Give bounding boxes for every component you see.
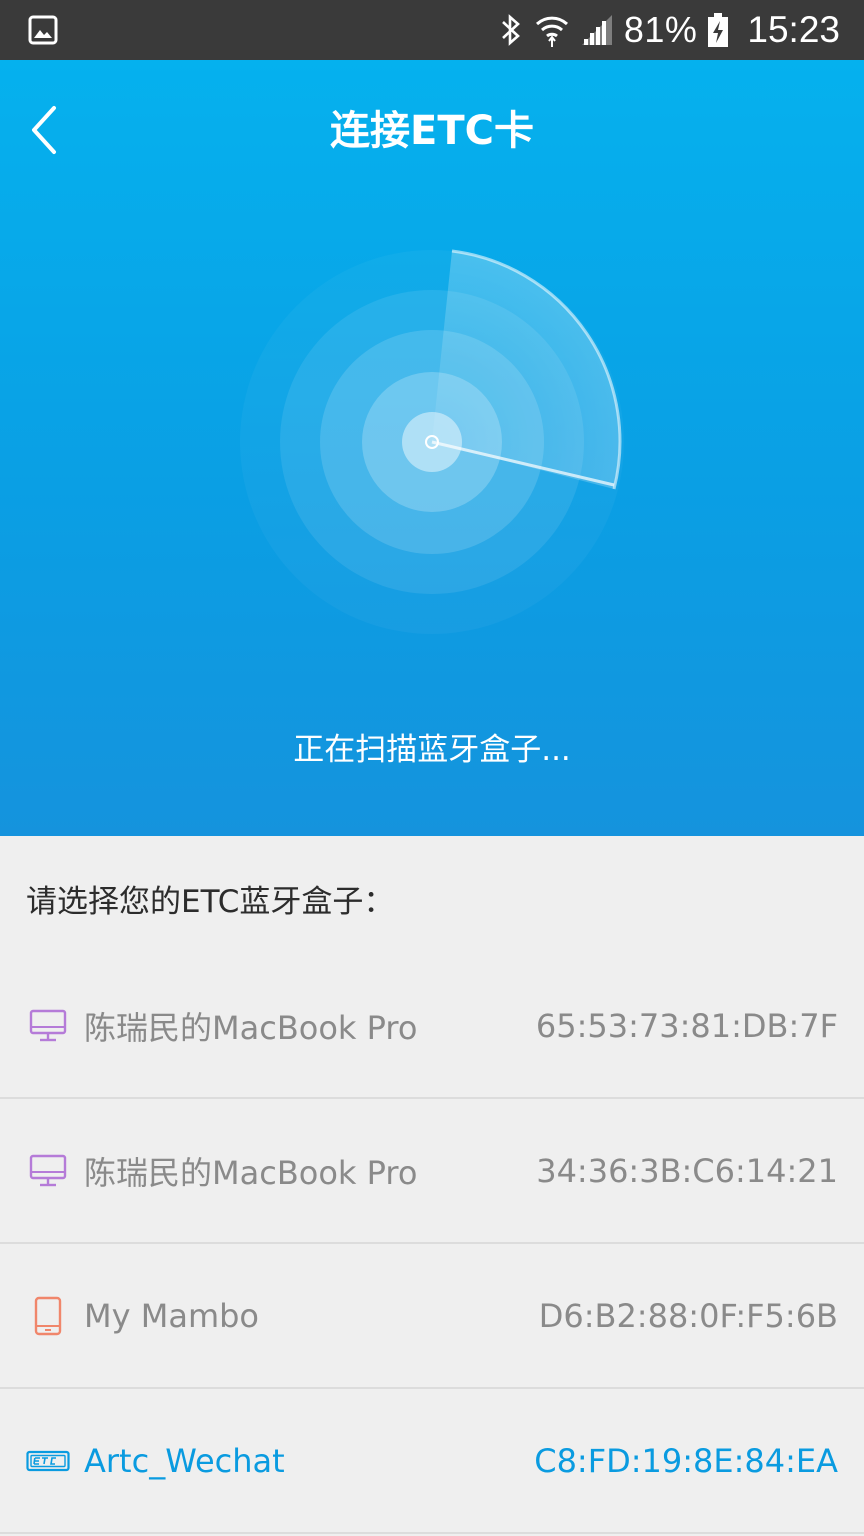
battery-percent: 81%: [623, 9, 698, 50]
header: 连接ETC卡 正在扫描蓝牙盒子...: [0, 60, 864, 836]
etc-icon: [26, 1439, 70, 1483]
device-mac: 34:36:3B:C6:14:21: [536, 1151, 838, 1190]
bluetooth-icon: [501, 14, 520, 46]
signal-icon: [581, 15, 612, 45]
device-list: 陈瑞民的MacBook Pro 65:53:73:81:DB:7F 陈瑞民的Ma…: [0, 954, 864, 1534]
device-row[interactable]: 陈瑞民的MacBook Pro 34:36:3B:C6:14:21: [0, 1099, 864, 1244]
gallery-icon: [28, 15, 58, 45]
device-name: Artc_Wechat: [84, 1441, 285, 1480]
device-row[interactable]: My Mambo D6:B2:88:0F:F5:6B: [0, 1244, 864, 1389]
device-name: 陈瑞民的MacBook Pro: [84, 1153, 418, 1192]
computer-icon: [26, 1004, 70, 1048]
scan-status-text: 正在扫描蓝牙盒子...: [293, 732, 571, 768]
status-bar: 81% 15:23: [0, 0, 864, 60]
computer-icon: [26, 1149, 70, 1193]
device-name: 陈瑞民的MacBook Pro: [84, 1008, 418, 1047]
page-title: 连接ETC卡: [330, 108, 534, 154]
device-name: My Mambo: [84, 1296, 259, 1335]
device-row[interactable]: Artc_Wechat C8:FD:19:8E:84:EA: [0, 1389, 864, 1534]
clock: 15:23: [747, 9, 840, 50]
phone-icon: [26, 1294, 70, 1338]
wifi-icon: [535, 16, 568, 47]
device-mac: D6:B2:88:0F:F5:6B: [538, 1296, 838, 1335]
device-mac: 65:53:73:81:DB:7F: [535, 1006, 838, 1045]
device-mac: C8:FD:19:8E:84:EA: [534, 1441, 838, 1480]
select-prompt: 请选择您的ETC蓝牙盒子：: [26, 884, 395, 920]
radar-scan-animation: [240, 249, 624, 634]
device-row[interactable]: 陈瑞民的MacBook Pro 65:53:73:81:DB:7F: [0, 954, 864, 1099]
battery-charging-icon: [708, 13, 729, 47]
